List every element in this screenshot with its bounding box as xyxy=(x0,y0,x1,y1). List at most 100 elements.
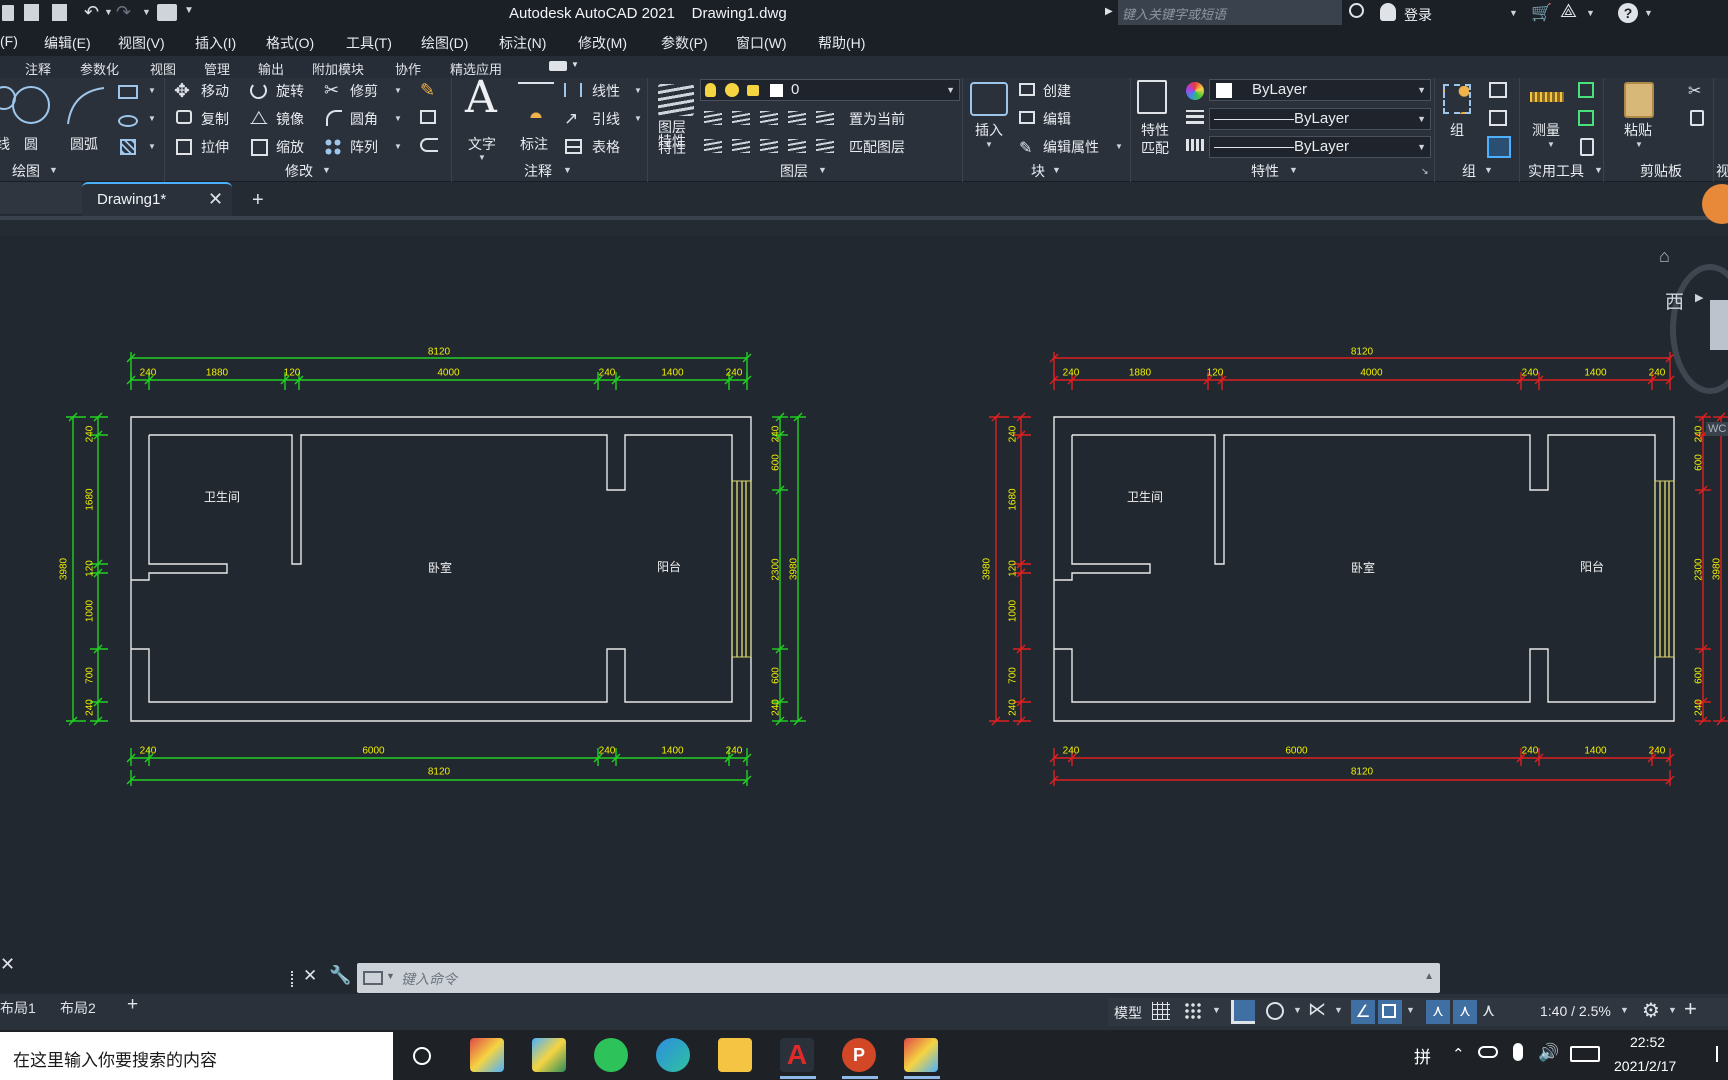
tab-annotate[interactable]: 注释 xyxy=(25,59,51,78)
color-dropdown-arrow-icon[interactable]: ▼ xyxy=(1417,85,1426,95)
command-close-icon[interactable]: ✕ xyxy=(303,966,317,986)
wcs-label[interactable]: WC xyxy=(1706,422,1728,436)
set-current-label[interactable]: 置为当前 xyxy=(849,109,905,129)
search-icon[interactable] xyxy=(1349,3,1364,18)
close-tab-icon[interactable]: ✕ xyxy=(208,189,223,210)
login-dropdown-icon[interactable]: ▼ xyxy=(1509,8,1518,18)
taskbar-search-box[interactable]: 在这里输入你要搜索的内容 xyxy=(0,1032,393,1080)
command-history-icon[interactable] xyxy=(363,971,383,985)
annotation-panel-title[interactable]: 注释 xyxy=(524,161,552,181)
layers-panel-title[interactable]: 图层 xyxy=(780,161,808,181)
model-space-button[interactable]: 模型 xyxy=(1114,1003,1142,1023)
layer-tool-4-icon[interactable] xyxy=(788,111,806,125)
viewcube-arrow-icon[interactable]: ▶ xyxy=(1695,291,1703,304)
trim-icon[interactable]: ✂ xyxy=(324,80,339,101)
insert-label[interactable]: 插入 xyxy=(975,120,1003,140)
layer-on-icon[interactable] xyxy=(705,83,716,97)
help-search-input[interactable]: 键入关键字或短语 xyxy=(1118,0,1342,25)
lineweight-icon[interactable] xyxy=(1186,110,1204,124)
fillet-dropdown-icon[interactable]: ▼ xyxy=(394,114,402,123)
ribbon-minimize-dropdown-icon[interactable]: ▼ xyxy=(571,60,579,69)
erase-icon[interactable]: ✎ xyxy=(420,80,435,101)
help-icon[interactable]: ? xyxy=(1618,3,1638,23)
auto-scale-icon[interactable]: ⋏ xyxy=(1453,1000,1477,1024)
taskbar-edge-icon[interactable] xyxy=(656,1038,690,1072)
properties-panel-title[interactable]: 特性 xyxy=(1251,161,1279,181)
line-label[interactable]: 线 xyxy=(0,134,10,154)
move-icon[interactable]: ✥ xyxy=(174,80,190,103)
scale-icon[interactable] xyxy=(251,139,268,156)
tab-output[interactable]: 输出 xyxy=(258,59,284,78)
tab-view[interactable]: 视图 xyxy=(150,59,176,78)
mirror-label[interactable]: 镜像 xyxy=(276,109,304,129)
measure-icon[interactable] xyxy=(1530,92,1564,102)
menu-window[interactable]: 窗口(W) xyxy=(736,33,787,53)
set-current-icon[interactable] xyxy=(816,111,834,125)
hatch-dropdown-icon[interactable]: ▼ xyxy=(148,142,156,151)
edit-attributes-dropdown-icon[interactable]: ▼ xyxy=(1115,142,1123,151)
arc-label[interactable]: 圆弧 xyxy=(70,134,98,154)
layer-tool-1-icon[interactable] xyxy=(704,111,722,125)
taskbar-paint3d-icon[interactable] xyxy=(532,1038,566,1072)
menu-help[interactable]: 帮助(H) xyxy=(818,33,865,53)
array-label[interactable]: 阵列 xyxy=(350,137,378,157)
taskbar-autocad-icon[interactable]: A xyxy=(780,1038,814,1072)
edit-block-icon[interactable] xyxy=(1019,111,1035,124)
keyboard-icon[interactable] xyxy=(1570,1046,1600,1062)
edit-attributes-label[interactable]: 编辑属性 xyxy=(1043,137,1099,157)
measure-label[interactable]: 测量 xyxy=(1532,120,1560,140)
menu-modify[interactable]: 修改(M) xyxy=(578,33,627,53)
snap-dropdown-icon[interactable]: ▼ xyxy=(1212,1005,1221,1015)
array-dropdown-icon[interactable]: ▼ xyxy=(394,142,402,151)
cut-icon[interactable]: ✂ xyxy=(1688,81,1701,101)
group-label[interactable]: 组 xyxy=(1450,120,1464,140)
menu-format[interactable]: 格式(O) xyxy=(266,33,314,53)
save-as-icon[interactable] xyxy=(52,4,67,21)
qat-customize-icon[interactable]: ▼ xyxy=(184,5,194,16)
lineweight-dropdown[interactable]: ByLayer ▼ xyxy=(1209,108,1431,130)
add-layout-icon[interactable]: + xyxy=(127,994,138,1016)
color-wheel-icon[interactable] xyxy=(1186,82,1204,100)
select-all-icon[interactable] xyxy=(1578,110,1594,126)
dimension-label[interactable]: 标注 xyxy=(520,134,548,154)
a360-dropdown-icon[interactable]: ▼ xyxy=(1586,8,1595,18)
paste-dropdown-icon[interactable]: ▼ xyxy=(1635,140,1643,149)
menu-insert[interactable]: 插入(I) xyxy=(195,33,236,53)
properties-panel-expand-icon[interactable]: ▼ xyxy=(1289,165,1298,175)
layer-properties-label-2[interactable]: 特性 xyxy=(658,138,686,158)
text-tool-icon[interactable]: A xyxy=(465,72,497,123)
linear-dropdown-icon[interactable]: ▼ xyxy=(634,86,642,95)
new-tab-icon[interactable]: + xyxy=(252,189,264,212)
a360-icon[interactable]: ⟁ xyxy=(1560,1,1577,23)
annotation-panel-expand-icon[interactable]: ▼ xyxy=(563,165,572,175)
annotation-visibility-icon[interactable]: ⋏ xyxy=(1426,1000,1450,1024)
command-history-dropdown-icon[interactable]: ▼ xyxy=(386,971,395,981)
redo-icon[interactable]: ↷ xyxy=(116,2,131,23)
match-properties-label-2[interactable]: 匹配 xyxy=(1141,138,1169,158)
view-panel-partial[interactable]: 视 xyxy=(1716,161,1728,181)
group-edit-icon[interactable] xyxy=(1489,110,1507,126)
object-snap-icon[interactable] xyxy=(1378,1000,1402,1024)
copy-label[interactable]: 复制 xyxy=(201,109,229,129)
object-snap-dropdown-icon[interactable]: ▼ xyxy=(1406,1005,1415,1015)
taskbar-paint-2-icon[interactable] xyxy=(904,1038,938,1072)
color-dropdown[interactable]: ByLayer ▼ xyxy=(1209,79,1431,101)
tab-collaborate[interactable]: 协作 xyxy=(395,59,421,78)
arc-tool-icon[interactable] xyxy=(64,84,108,128)
lineweight-dropdown-arrow-icon[interactable]: ▼ xyxy=(1417,114,1426,124)
ungroup-icon[interactable] xyxy=(1489,82,1507,98)
copy-clip-icon[interactable] xyxy=(1690,110,1704,126)
ime-indicator[interactable]: 拼 xyxy=(1414,1043,1431,1068)
modify-panel-expand-icon[interactable]: ▼ xyxy=(322,165,331,175)
annotation-scale-value[interactable]: 1:40 / 2.5% xyxy=(1540,1003,1611,1019)
menu-draw[interactable]: 绘图(D) xyxy=(421,33,468,53)
table-label[interactable]: 表格 xyxy=(592,137,620,157)
insert-block-icon[interactable] xyxy=(970,82,1008,116)
polar-dropdown-icon[interactable]: ▼ xyxy=(1293,1005,1302,1015)
undo-icon[interactable]: ↶ xyxy=(84,2,99,23)
polar-icon[interactable] xyxy=(1266,1002,1284,1020)
linetype-dropdown[interactable]: ByLayer ▼ xyxy=(1209,136,1431,158)
viewcube-west-label[interactable]: 西 xyxy=(1665,287,1684,314)
group-icon[interactable] xyxy=(1443,84,1471,114)
command-input[interactable]: ▼ 键入命令 ▲ xyxy=(357,963,1440,993)
